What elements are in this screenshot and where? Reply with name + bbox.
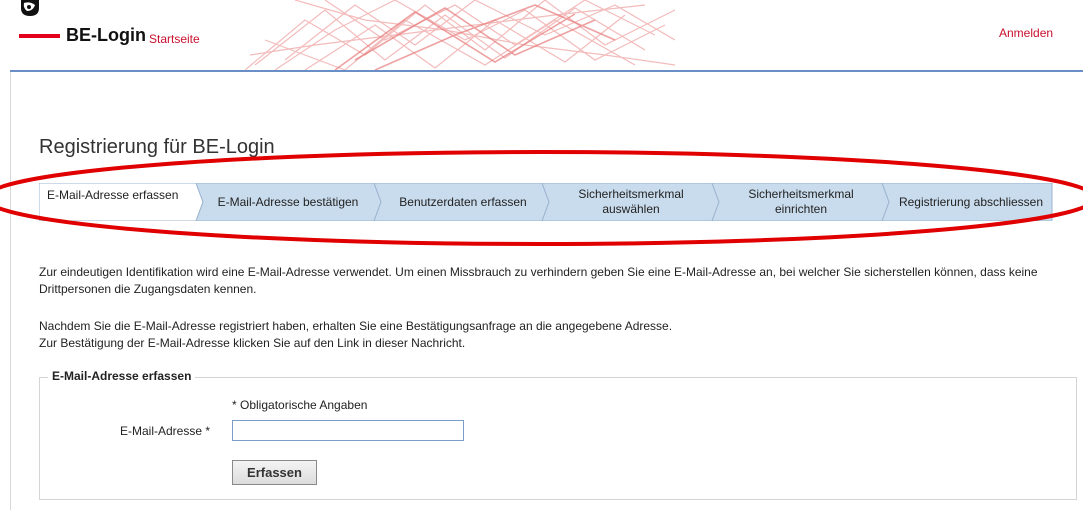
- step-1-shape: [39, 183, 204, 221]
- step-2-shape: [195, 183, 382, 221]
- page-left-border: [10, 72, 11, 510]
- email-form-legend: E-Mail-Adresse erfassen: [48, 369, 196, 383]
- intro-paragraph-1: Zur eindeutigen Identifikation wird eine…: [39, 265, 1038, 296]
- intro-paragraph-2-line-2: Zur Bestätigung der E-Mail-Adresse klick…: [39, 336, 466, 350]
- step-4-shape: [541, 183, 720, 221]
- logo-accent-bar: [19, 34, 60, 38]
- step-3-shape: [373, 183, 550, 221]
- header-divider: [10, 70, 1083, 72]
- step-5-shape: [711, 183, 890, 221]
- decorative-network-graphic: [245, 0, 675, 70]
- anmelden-link[interactable]: Anmelden: [999, 26, 1053, 40]
- step-6-shape: [881, 183, 1053, 221]
- email-field-label: E-Mail-Adresse *: [120, 424, 211, 438]
- header: BE-Login Startseite Anmelden: [0, 0, 1083, 72]
- intro-paragraph-2-line-1: Nachdem Sie die E-Mail-Adresse registrie…: [39, 319, 673, 333]
- bear-logo-icon: [21, 0, 39, 16]
- page-title: Registrierung für BE-Login: [39, 136, 275, 158]
- startseite-link[interactable]: Startseite: [149, 32, 200, 46]
- app-logo-text: BE-Login: [66, 25, 146, 45]
- intro-paragraph-2: Nachdem Sie die E-Mail-Adresse registrie…: [39, 318, 1049, 352]
- registration-steps: E-Mail-Adresse erfassen E-Mail-Adresse b…: [39, 183, 1053, 221]
- erfassen-button[interactable]: Erfassen: [232, 460, 317, 485]
- email-input[interactable]: [232, 420, 464, 441]
- email-form-fieldset: [39, 377, 1077, 500]
- required-fields-note: * Obligatorische Angaben: [232, 398, 368, 412]
